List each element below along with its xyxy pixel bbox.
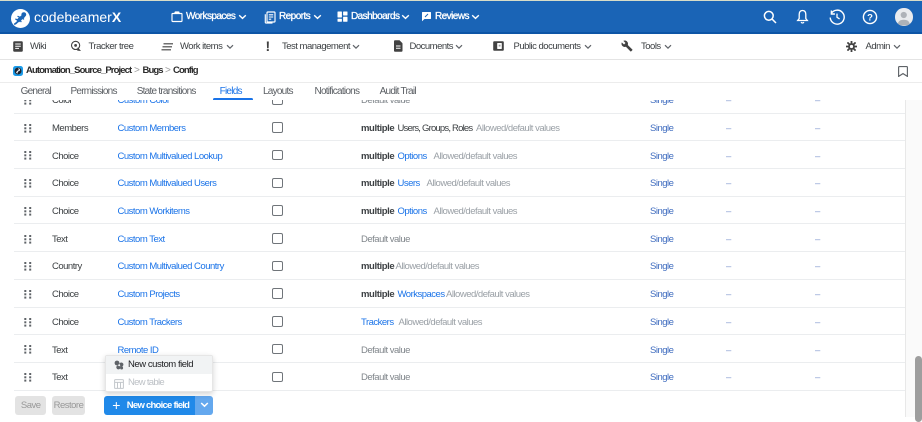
svg-text:?: ? bbox=[867, 12, 873, 23]
